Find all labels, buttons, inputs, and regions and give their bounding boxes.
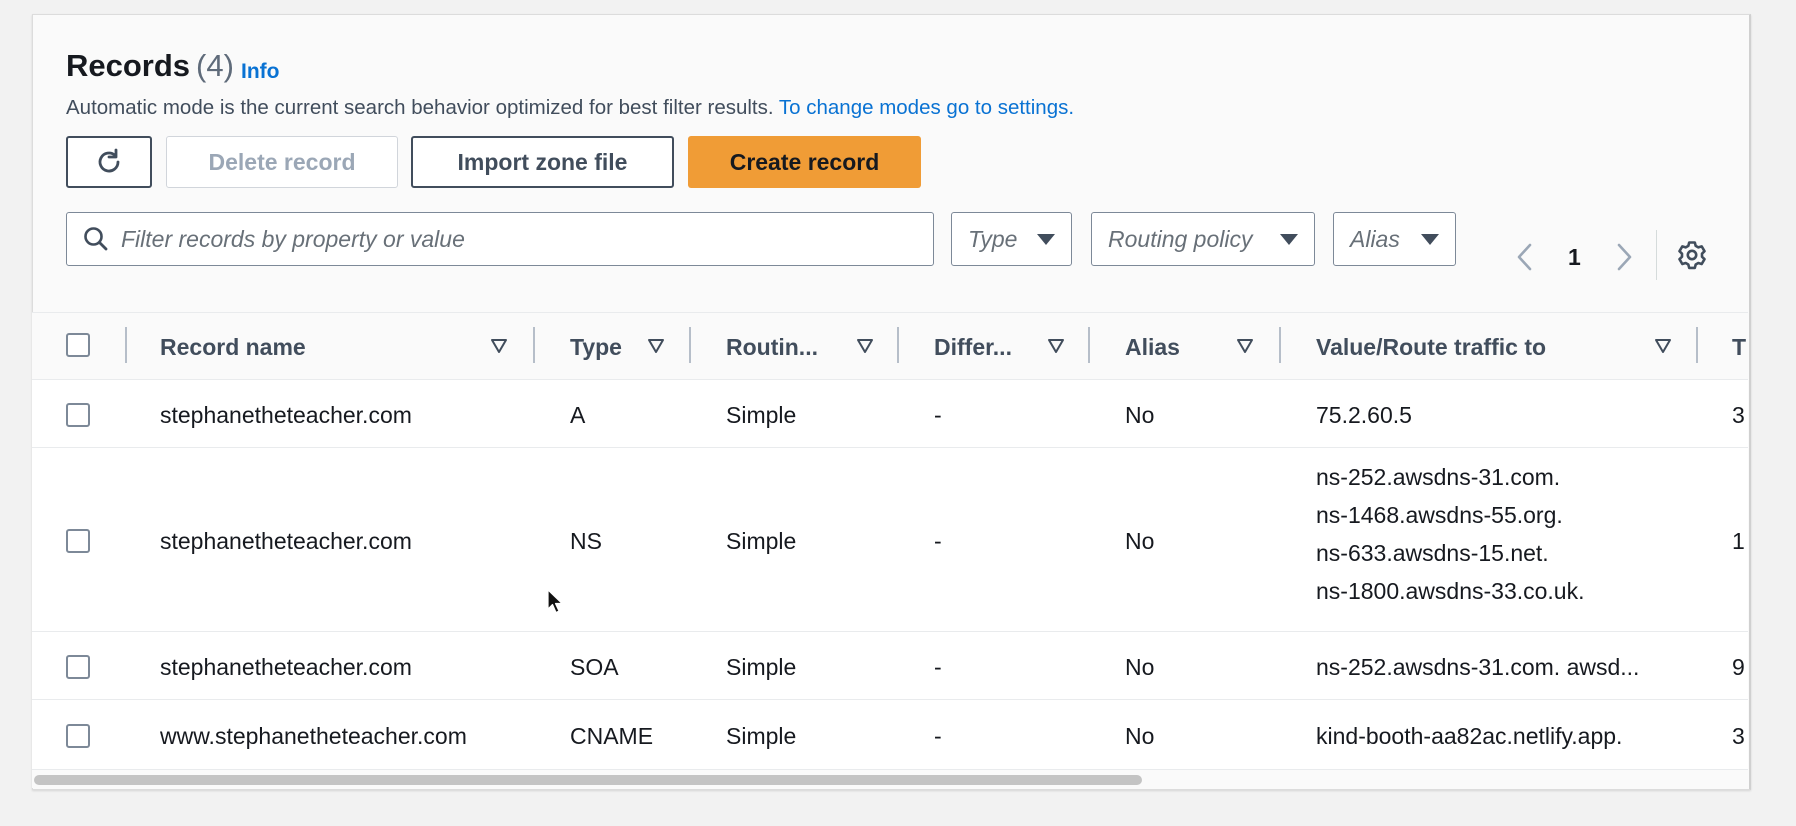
routing-policy-cell: Simple <box>726 402 797 428</box>
caret-down-icon <box>1037 233 1055 245</box>
alias-filter-dropdown[interactable]: Alias <box>1333 212 1456 266</box>
value-cell: ns-252.awsdns-31.com. awsd... <box>1316 654 1640 680</box>
column-header-ttl[interactable]: T <box>1732 334 1746 361</box>
routing-filter-label: Routing policy <box>1108 225 1253 252</box>
chevron-left-icon[interactable] <box>1513 240 1537 274</box>
row-checkbox[interactable] <box>66 403 90 427</box>
differentiator-cell: - <box>934 402 942 428</box>
ttl-cell: 3 <box>1732 402 1745 428</box>
column-divider <box>1696 327 1698 363</box>
column-header-value[interactable]: Value/Route traffic to <box>1316 334 1546 361</box>
column-header-differentiator[interactable]: Differ... <box>934 334 1012 361</box>
alias-cell: No <box>1125 723 1155 749</box>
sort-icon[interactable] <box>1047 338 1065 354</box>
title-text: Records <box>66 48 191 83</box>
column-divider <box>897 327 899 363</box>
filter-search-input[interactable]: Filter records by property or value <box>66 212 934 266</box>
record-type-cell: NS <box>570 528 602 554</box>
value-cell: 75.2.60.5 <box>1316 402 1412 428</box>
ttl-cell: 1 <box>1732 528 1745 554</box>
record-count: (4) <box>196 48 234 83</box>
scrollbar-thumb[interactable] <box>34 775 1142 785</box>
record-name-cell: stephanetheteacher.com <box>160 528 412 554</box>
record-name-cell: stephanetheteacher.com <box>160 654 412 680</box>
mouse-cursor-icon <box>547 589 563 614</box>
caret-down-icon <box>1421 233 1439 245</box>
routing-policy-filter-dropdown[interactable]: Routing policy <box>1091 212 1315 266</box>
sort-icon[interactable] <box>856 338 874 354</box>
row-checkbox[interactable] <box>66 529 90 553</box>
sort-icon[interactable] <box>490 338 508 354</box>
create-record-button[interactable]: Create record <box>688 136 921 188</box>
value-cell: ns-1800.awsdns-33.co.uk. <box>1316 578 1585 604</box>
differentiator-cell: - <box>934 723 942 749</box>
record-name-cell: stephanetheteacher.com <box>160 402 412 428</box>
refresh-icon <box>98 148 120 173</box>
row-checkbox[interactable] <box>66 655 90 679</box>
pager-divider <box>1656 230 1657 280</box>
column-divider <box>689 327 691 363</box>
column-divider <box>125 327 127 363</box>
page-title: Records (4) <box>66 48 234 84</box>
row-checkbox[interactable] <box>66 724 90 748</box>
record-name-cell: www.stephanetheteacher.com <box>160 723 467 749</box>
differentiator-cell: - <box>934 528 942 554</box>
refresh-button[interactable] <box>66 136 152 188</box>
routing-policy-cell: Simple <box>726 723 797 749</box>
chevron-right-icon[interactable] <box>1612 240 1636 274</box>
alias-cell: No <box>1125 402 1155 428</box>
select-all-checkbox[interactable] <box>66 333 90 357</box>
sort-icon[interactable] <box>647 338 665 354</box>
gear-icon[interactable] <box>1676 239 1708 271</box>
column-divider <box>533 327 535 363</box>
caret-down-icon <box>1280 233 1298 245</box>
record-type-cell: SOA <box>570 654 619 680</box>
value-cell: ns-633.awsdns-15.net. <box>1316 540 1549 566</box>
routing-policy-cell: Simple <box>726 654 797 680</box>
value-cell: ns-1468.awsdns-55.org. <box>1316 502 1563 528</box>
record-type-cell: A <box>570 402 586 428</box>
settings-link[interactable]: To change modes go to settings. <box>779 96 1074 119</box>
current-page-number[interactable]: 1 <box>1568 244 1581 271</box>
value-cell: kind-booth-aa82ac.netlify.app. <box>1316 723 1623 749</box>
search-placeholder: Filter records by property or value <box>121 225 465 252</box>
differentiator-cell: - <box>934 654 942 680</box>
record-type-cell: CNAME <box>570 723 654 749</box>
routing-policy-cell: Simple <box>726 528 797 554</box>
column-header-alias[interactable]: Alias <box>1125 334 1180 361</box>
delete-record-button[interactable]: Delete record <box>166 136 398 188</box>
column-header-record-name[interactable]: Record name <box>160 334 306 361</box>
type-filter-label: Type <box>968 225 1018 252</box>
alias-cell: No <box>1125 654 1155 680</box>
info-link[interactable]: Info <box>241 60 279 84</box>
description-text: Automatic mode is the current search beh… <box>66 96 774 119</box>
column-divider <box>1088 327 1090 363</box>
column-divider <box>1279 327 1281 363</box>
alias-cell: No <box>1125 528 1155 554</box>
value-cell: ns-252.awsdns-31.com. <box>1316 464 1561 490</box>
alias-filter-label: Alias <box>1350 225 1400 252</box>
sort-icon[interactable] <box>1236 338 1254 354</box>
search-icon <box>84 227 108 251</box>
import-zone-file-button[interactable]: Import zone file <box>411 136 674 188</box>
type-filter-dropdown[interactable]: Type <box>951 212 1072 266</box>
ttl-cell: 9 <box>1732 654 1745 680</box>
search-mode-description: Automatic mode is the current search beh… <box>66 96 1074 120</box>
ttl-cell: 3 <box>1732 723 1745 749</box>
column-header-routing[interactable]: Routin... <box>726 334 818 361</box>
column-header-type[interactable]: Type <box>570 334 622 361</box>
sort-icon[interactable] <box>1654 338 1672 354</box>
